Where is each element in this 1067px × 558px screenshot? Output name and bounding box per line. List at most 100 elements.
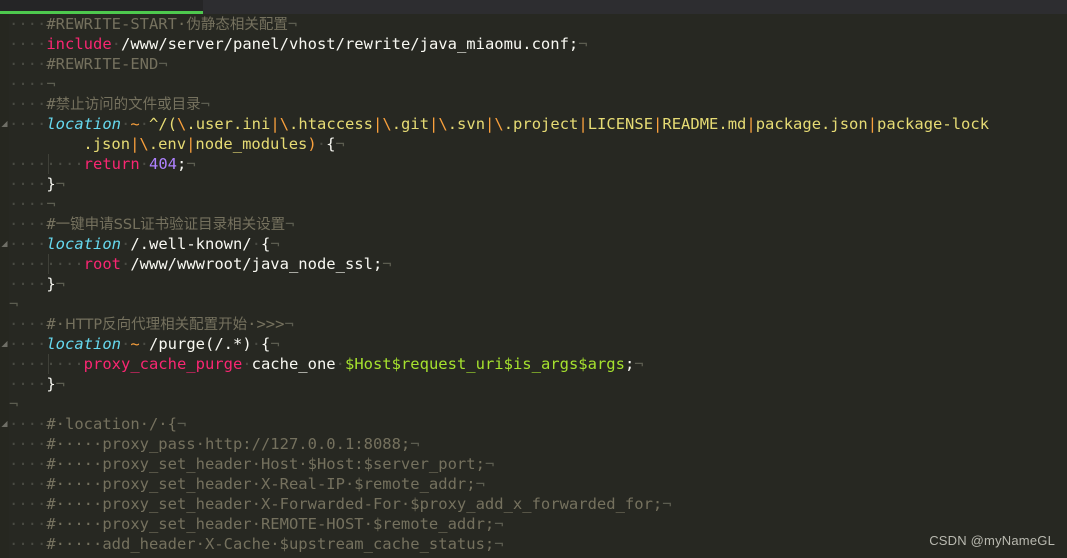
code-token: |	[867, 115, 878, 133]
code-line[interactable]: ····#禁止访问的文件或目录¬	[9, 94, 1067, 114]
code-token: #·····proxy_pass·http://127.0.0.1:8088;	[46, 435, 411, 453]
code-token: ~	[130, 115, 140, 133]
code-token: |\	[485, 115, 504, 133]
code-line[interactable]: ····¬	[9, 74, 1067, 94]
code-line[interactable]: ····location·/.well-known/·{¬	[9, 234, 1067, 254]
code-token: ····	[9, 275, 47, 293]
code-token: ¬	[270, 335, 280, 353]
code-line[interactable]: ····#·····proxy_set_header·Host·$Host:$s…	[9, 454, 1067, 474]
code-token: )	[307, 135, 317, 153]
fold-collapse-icon[interactable]: ◢	[0, 414, 9, 434]
code-token: #·location·/·{	[46, 415, 177, 433]
code-token: |\	[429, 115, 448, 133]
code-editor[interactable]: ◢ ◢ ◢ ◢ ····#REWRITE-START·伪静态相关配置¬ ····incl…	[0, 14, 1067, 558]
code-token: ····	[9, 355, 47, 373]
code-token: ¬	[494, 535, 504, 553]
code-token: README.md	[662, 115, 747, 133]
code-token: ;	[177, 155, 187, 173]
code-line[interactable]: ····#·HTTP反向代理相关配置开始·>>>¬	[9, 314, 1067, 334]
code-token: ····	[46, 355, 84, 373]
fold-collapse-icon[interactable]: ◢	[0, 334, 9, 354]
code-token: /www/wwwroot/java_node_ssl;	[130, 255, 383, 273]
code-line[interactable]: ····#·····add_header·X-Cache·$upstream_c…	[9, 534, 1067, 554]
code-token: ¬	[176, 415, 187, 433]
code-token: .htaccess	[289, 115, 374, 133]
code-token: 404	[149, 155, 177, 173]
code-line[interactable]: ····include·/www/server/panel/vhost/rewr…	[9, 34, 1067, 54]
code-token: .json	[83, 135, 131, 153]
code-token: ¬	[55, 375, 66, 393]
code-line[interactable]: .json|\.env|node_modules)·{¬	[9, 134, 1067, 154]
code-token: ····	[9, 435, 47, 453]
code-content[interactable]: ····#REWRITE-START·伪静态相关配置¬ ····include·/…	[9, 14, 1067, 554]
code-token: #·····proxy_set_header·REMOTE-HOST·$remo…	[46, 515, 495, 533]
code-line[interactable]: ····#REWRITE-START·伪静态相关配置¬	[9, 14, 1067, 34]
code-token: ·	[139, 155, 149, 173]
code-token: .project	[503, 115, 579, 133]
code-line[interactable]: ····}¬	[9, 274, 1067, 294]
code-token: ····	[9, 515, 47, 533]
code-line[interactable]: ····¬	[9, 194, 1067, 214]
code-token: ¬	[285, 215, 295, 233]
code-token: 禁止访问的文件或目录	[55, 97, 201, 113]
code-token: ····	[46, 255, 84, 273]
code-token: #	[46, 315, 56, 333]
fold-collapse-icon[interactable]: ◢	[0, 234, 9, 254]
code-token: }	[46, 375, 56, 393]
code-token: ····	[9, 495, 47, 513]
code-token: |	[578, 115, 588, 133]
code-line[interactable]: ····#一键申请SSL证书验证目录相关设置¬	[9, 214, 1067, 234]
code-line[interactable]: ········return·404;¬	[9, 154, 1067, 174]
code-token: #·····proxy_set_header·X-Real-IP·$remote…	[46, 475, 476, 493]
code-line[interactable]: ····#·····proxy_pass·http://127.0.0.1:80…	[9, 434, 1067, 454]
code-token: ····	[9, 75, 47, 93]
code-line[interactable]: ····#·····proxy_set_header·X-Real-IP·$re…	[9, 474, 1067, 494]
fold-collapse-icon[interactable]: ◢	[0, 114, 9, 134]
code-token: #·····proxy_set_header·Host·$Host:$serve…	[46, 455, 485, 473]
code-token: #	[46, 215, 56, 233]
code-line[interactable]: ····}¬	[9, 174, 1067, 194]
code-token: ¬	[46, 75, 56, 93]
code-line[interactable]: ········proxy_cache_purge·cache_one·$Hos…	[9, 354, 1067, 374]
code-token: HTTP反向代理相关配置开始	[65, 317, 248, 333]
code-line[interactable]: ········root·/www/wwwroot/java_node_ssl;…	[9, 254, 1067, 274]
code-token: ¬	[46, 195, 56, 213]
code-line[interactable]: ····#·····proxy_set_header·X-Forwarded-F…	[9, 494, 1067, 514]
editor-top-bar	[0, 0, 1067, 14]
code-token: |	[186, 135, 196, 153]
code-token: ·	[120, 335, 131, 353]
code-token: 一键申请SSL证书验证目录相关设置	[55, 217, 286, 233]
code-token: ····	[9, 115, 47, 133]
code-token: package-lock	[877, 115, 990, 133]
code-token: ¬	[186, 155, 196, 173]
code-token: ····	[9, 175, 47, 193]
code-line[interactable]: ····#·····proxy_set_header·REMOTE-HOST·$…	[9, 514, 1067, 534]
code-token: ~	[130, 335, 140, 353]
code-line[interactable]: ····}¬	[9, 374, 1067, 394]
code-token: location	[46, 335, 121, 353]
code-line[interactable]: ¬	[9, 394, 1067, 414]
code-token: ¬	[200, 95, 211, 113]
code-token: ····	[9, 195, 47, 213]
code-token: ¬	[410, 435, 420, 453]
code-token: ·	[242, 355, 252, 373]
code-token: ·	[120, 115, 131, 133]
code-line[interactable]: ····location·~·/purge(/.*)·{¬	[9, 334, 1067, 354]
code-token: LICENSE	[587, 115, 654, 133]
code-token: |\	[130, 135, 149, 153]
code-line[interactable]: ····#·location·/·{¬	[9, 414, 1067, 434]
code-token: ¬	[9, 395, 19, 413]
code-token: ····	[9, 15, 47, 33]
fold-gutter[interactable]: ◢ ◢ ◢ ◢	[0, 14, 9, 558]
code-line[interactable]: ¬	[9, 294, 1067, 314]
code-token: location	[46, 115, 121, 133]
code-line[interactable]: ····#REWRITE-END¬	[9, 54, 1067, 74]
code-token: #REWRITE-END	[46, 55, 159, 73]
code-token: .env	[148, 135, 187, 153]
code-token: ¬	[494, 515, 504, 533]
code-token: ····	[9, 235, 47, 253]
code-line[interactable]: ····location·~·^/(\.user.ini|\.htaccess|…	[9, 114, 1067, 134]
code-token: 伪静态相关配置	[186, 17, 288, 33]
code-token: .svn	[447, 115, 486, 133]
code-token: ¬	[484, 455, 495, 473]
